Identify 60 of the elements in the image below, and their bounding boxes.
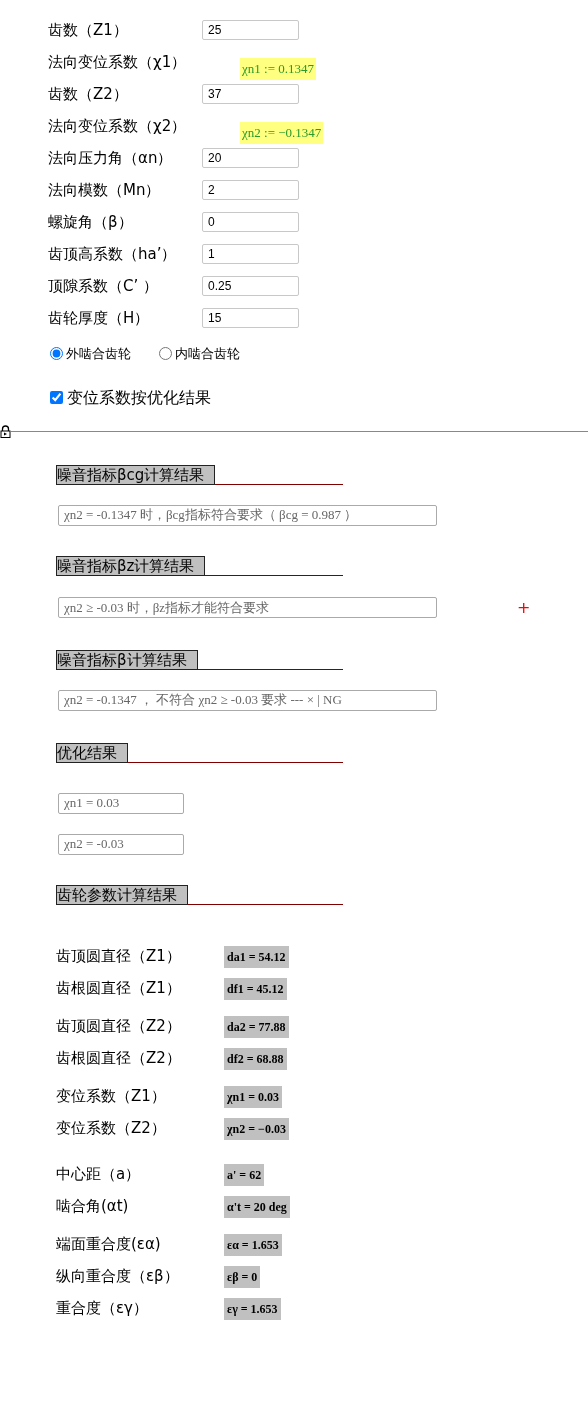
input-field[interactable]: 25: [202, 20, 299, 40]
result-label: 齿根圆直径（Z2）: [56, 1048, 182, 1070]
field-label: 法向模数（Mn）: [48, 179, 162, 201]
lock-icon: [0, 425, 11, 438]
field-label: 螺旋角（β）: [48, 211, 134, 233]
result-value: a' = 62: [224, 1163, 265, 1186]
field-label: 齿轮厚度（H）: [48, 307, 151, 329]
result-field[interactable]: χn1 = 0.03: [58, 792, 184, 814]
result-field[interactable]: χn2 ≥ -0.03 时，βz指标才能符合要求: [58, 597, 437, 618]
field-label: 顶隙系数（C’ ）: [48, 275, 159, 297]
field-label: 齿数（Z1）: [48, 19, 129, 41]
result-label: 齿顶圆直径（Z1）: [56, 946, 182, 968]
result-label: 变位系数（Z1）: [56, 1086, 167, 1108]
input-field[interactable]: 20: [202, 148, 299, 168]
result-value: α't = 20 deg: [224, 1195, 290, 1218]
result-value: χn1 = 0.03: [224, 1085, 283, 1108]
input-field[interactable]: 37: [202, 84, 299, 104]
section-heading: 噪音指标β计算结果: [56, 649, 198, 670]
result-label: 啮合角(αt): [56, 1196, 130, 1218]
plus-mark: +: [517, 596, 531, 619]
section-heading: 噪音指标βz计算结果: [56, 555, 206, 576]
result-value: df1 = 45.12: [224, 977, 287, 1000]
result-label: 齿根圆直径（Z1）: [56, 978, 182, 1000]
field-label: 法向变位系数（χ1）: [48, 51, 188, 73]
result-value: εα = 1.653: [224, 1233, 282, 1256]
result-label: 重合度（εγ）: [56, 1298, 149, 1320]
result-value: χn2 = −0.03: [224, 1117, 289, 1140]
radio-button[interactable]: [50, 347, 63, 361]
input-field[interactable]: 1: [202, 244, 299, 264]
field-label: 齿数（Z2）: [48, 83, 129, 105]
radio-label[interactable]: 外啮合齿轮: [66, 344, 131, 364]
result-label: 端面重合度(εα): [56, 1234, 162, 1256]
formula-result: χn1 := 0.1347: [240, 58, 316, 80]
result-field[interactable]: χn2 = -0.1347 ， 不符合 χn2 ≥ -0.03 要求 --- × | NG: [58, 689, 437, 711]
result-value: εγ = 1.653: [224, 1297, 281, 1320]
result-label: 纵向重合度（εβ）: [56, 1266, 180, 1288]
result-value: df2 = 68.88: [224, 1047, 287, 1070]
result-value: da2 = 77.88: [224, 1015, 289, 1038]
input-field[interactable]: 0.25: [202, 276, 299, 296]
field-label: 法向压力角（αn）: [48, 147, 174, 169]
input-field[interactable]: 15: [202, 308, 299, 328]
radio-label[interactable]: 内啮合齿轮: [175, 344, 240, 364]
section-heading: 噪音指标βcg计算结果: [56, 464, 216, 485]
result-label: 变位系数（Z2）: [56, 1118, 167, 1140]
input-field[interactable]: 2: [202, 180, 299, 200]
result-value: εβ = 0: [224, 1265, 261, 1288]
result-label: 中心距（a）: [56, 1164, 142, 1186]
section-heading: 优化结果: [56, 742, 128, 763]
field-label: 法向变位系数（χ2）: [48, 115, 188, 137]
result-label: 齿顶圆直径（Z2）: [56, 1016, 182, 1038]
formula-result: χn2 := −0.1347: [240, 122, 324, 144]
result-value: da1 = 54.12: [224, 945, 289, 968]
radio-button[interactable]: [159, 347, 172, 361]
result-field[interactable]: χn2 = -0.03: [58, 833, 184, 855]
checkbox-label[interactable]: 变位系数按优化结果: [67, 385, 211, 410]
checkbox[interactable]: [50, 391, 63, 404]
field-label: 齿顶高系数（ha’）: [48, 243, 178, 265]
section-heading: 齿轮参数计算结果: [56, 884, 188, 905]
result-field[interactable]: χn2 = -0.1347 时，βcg指标符合要求（ βcg = 0.987 ）: [58, 504, 437, 526]
input-field[interactable]: 0: [202, 212, 299, 232]
